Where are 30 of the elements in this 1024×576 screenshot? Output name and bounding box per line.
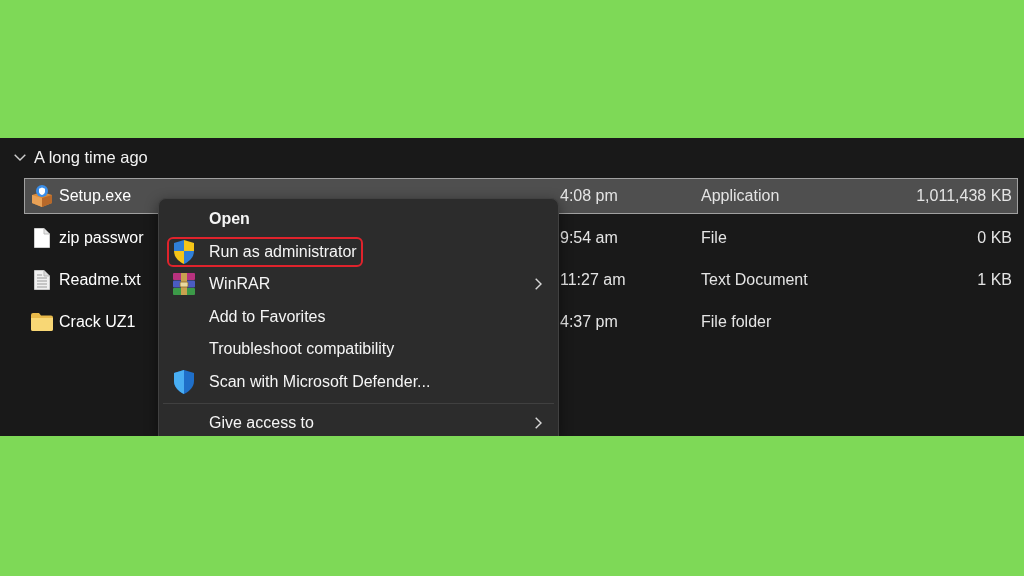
- menu-item[interactable]: WinRAR: [159, 268, 558, 301]
- size-cell: 0 KB: [977, 229, 1012, 247]
- stacked-books-icon: [173, 273, 195, 296]
- type-cell: File folder: [701, 313, 772, 330]
- size-cell: 1,011,438 KB: [916, 187, 1012, 205]
- menu-item[interactable]: Give access to: [159, 409, 558, 436]
- package-icon: [31, 185, 53, 207]
- folder-icon: [31, 313, 53, 331]
- menu-item[interactable]: Run as administrator: [159, 235, 558, 268]
- time-cell: 11:27 am: [560, 271, 626, 288]
- file-name[interactable]: Crack UZ1: [59, 313, 136, 331]
- menu-item[interactable]: Scan with Microsoft Defender...: [159, 365, 558, 398]
- type-cell: Application: [701, 187, 780, 204]
- time-cell: 4:08 pm: [560, 187, 618, 204]
- file-name[interactable]: zip passwor: [59, 229, 144, 247]
- file-name[interactable]: Readme.txt: [59, 271, 141, 289]
- menu-item[interactable]: Troubleshoot compatibility: [159, 333, 558, 366]
- menu-item[interactable]: Add to Favorites: [159, 300, 558, 333]
- file-icon: [34, 228, 50, 248]
- text-file-icon: [34, 270, 50, 290]
- file-name: Setup.exe: [59, 187, 132, 205]
- time-cell: 4:37 pm: [560, 313, 618, 330]
- shield-icon: [173, 369, 195, 394]
- size-cell: 1 KB: [977, 271, 1012, 289]
- type-cell: File: [701, 229, 727, 246]
- group-header[interactable]: A long time ago: [12, 144, 150, 170]
- chevron-down-icon: [14, 153, 26, 161]
- type-cell: Text Document: [701, 271, 808, 288]
- time-cell: 9:54 am: [560, 229, 618, 246]
- shield-icon: [173, 239, 195, 264]
